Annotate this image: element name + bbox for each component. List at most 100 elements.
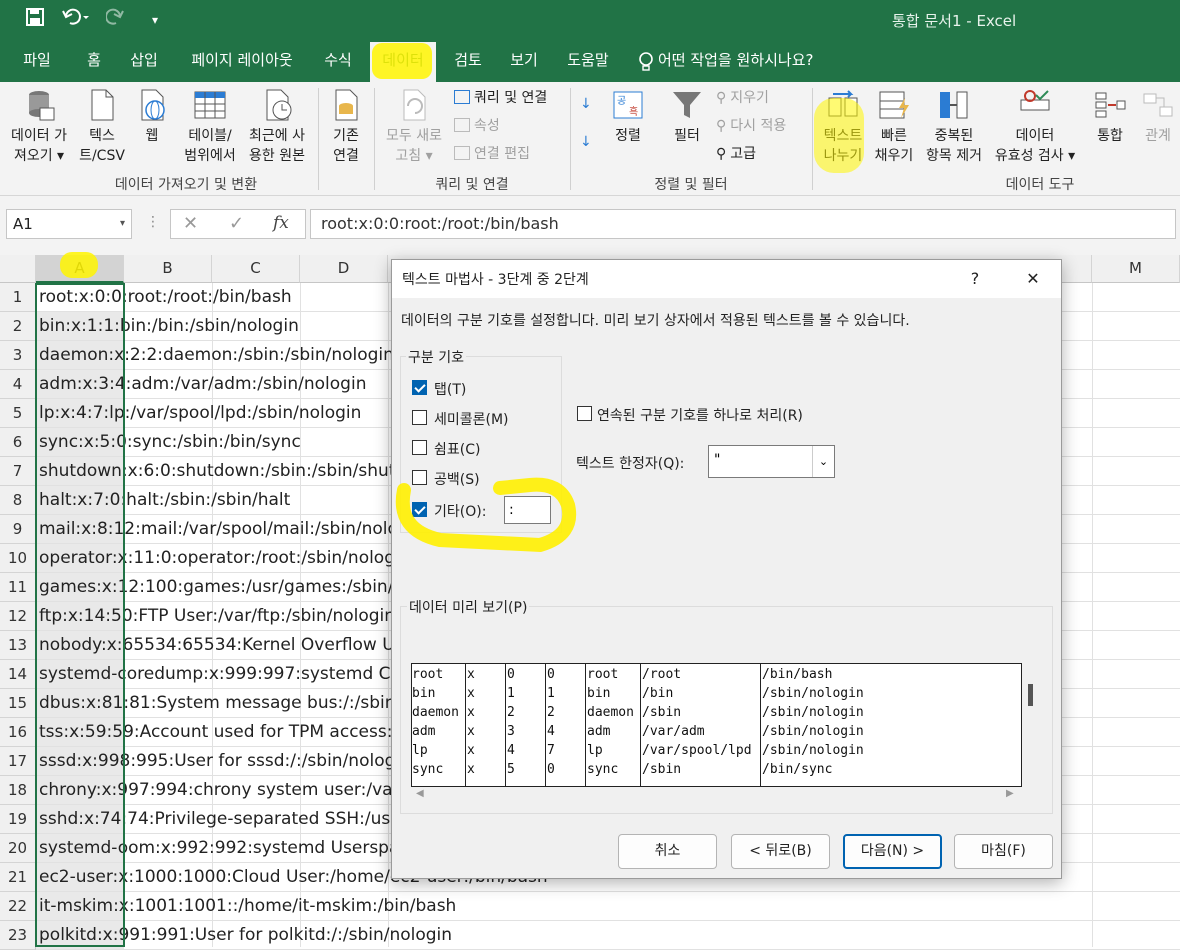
select-all-corner[interactable] [0, 255, 36, 283]
data-preview-table[interactable]: root x 0 0 root/root/bin/bash bin x 1 1 bin/bin/s… [411, 663, 1022, 787]
row-header[interactable]: 7 [0, 457, 36, 486]
cell-a[interactable]: nobody:x:65534:65534:Kernel Overflow Use [36, 631, 414, 660]
qualifier-select[interactable]: " ⌄ [708, 445, 835, 478]
scroll-right-icon[interactable]: ▶ [1006, 788, 1014, 799]
cell-a[interactable]: lp:x:4:7:lp:/var/spool/lpd:/sbin/nologin [36, 399, 361, 428]
semicolon-checkbox[interactable] [412, 410, 427, 425]
consolidate-button[interactable]: 통합 [1086, 88, 1134, 146]
row-header[interactable]: 12 [0, 602, 36, 631]
tab-data[interactable]: 데이터 [370, 42, 436, 82]
row-header[interactable]: 19 [0, 805, 36, 834]
tab-file[interactable]: 파일 [12, 42, 62, 82]
remove-duplicates-button[interactable]: 중복된 항목 제거 [920, 88, 988, 166]
cell-a[interactable]: ftp:x:14:50:FTP User:/var/ftp:/sbin/nolo… [36, 602, 395, 631]
close-icon[interactable]: ✕ [1020, 266, 1046, 292]
edit-links-button[interactable]: 연결 편집 [454, 144, 530, 164]
tab-review[interactable]: 검토 [444, 42, 492, 82]
properties-button[interactable]: 속성 [454, 116, 500, 136]
next-button[interactable]: 다음(N) > [843, 834, 942, 869]
other-checkbox[interactable] [412, 502, 427, 517]
row-header[interactable]: 4 [0, 370, 36, 399]
tab-view[interactable]: 보기 [500, 42, 548, 82]
get-data-button[interactable]: 데이터 가 져오기 ▾ [4, 88, 74, 166]
cell-a[interactable]: dbus:x:81:81:System message bus:/:/sbin/… [36, 689, 422, 718]
row-header[interactable]: 20 [0, 834, 36, 863]
row-header[interactable]: 23 [0, 921, 36, 950]
name-box[interactable]: A1 ▾ [6, 209, 132, 239]
back-button[interactable]: < 뒤로(B) [731, 834, 830, 869]
enter-icon[interactable]: ✓ [229, 213, 244, 234]
vertical-scrollbar-thumb[interactable] [1028, 684, 1033, 706]
tab-help[interactable]: 도움말 [556, 42, 620, 82]
row-header[interactable]: 3 [0, 341, 36, 370]
column-header-b[interactable]: B [124, 255, 212, 283]
cell-a[interactable]: polkitd:x:991:991:User for polkitd:/:/sb… [36, 921, 452, 950]
column-header-c[interactable]: C [212, 255, 300, 283]
scroll-left-icon[interactable]: ◀ [416, 788, 424, 799]
row-header[interactable]: 18 [0, 776, 36, 805]
queries-connections-button[interactable]: 쿼리 및 연결 [454, 88, 547, 108]
column-header-a[interactable]: A [36, 255, 124, 283]
cell-a[interactable]: systemd-coredump:x:999:997:systemd Core [36, 660, 418, 689]
insert-function-icon[interactable]: fx [273, 213, 289, 233]
cell-a[interactable]: bin:x:1:1:bin:/bin:/sbin/nologin [36, 312, 299, 341]
row-header[interactable]: 5 [0, 399, 36, 428]
row-header[interactable]: 22 [0, 892, 36, 921]
from-web-button[interactable]: 웹 [132, 88, 172, 146]
advanced-filter-button[interactable]: ⚲ 고급 [716, 144, 756, 164]
column-header-m[interactable]: M [1092, 255, 1180, 283]
finish-button[interactable]: 마침(F) [954, 834, 1053, 869]
row-header[interactable]: 15 [0, 689, 36, 718]
clear-filter-button[interactable]: ⚲ 지우기 [716, 88, 769, 108]
tab-insert[interactable]: 삽입 [122, 42, 166, 82]
recent-sources-button[interactable]: 최근에 사 용한 원본 [242, 88, 312, 166]
data-validation-button[interactable]: 데이터 유효성 검사 ▾ [988, 88, 1082, 166]
cell-a[interactable]: root:x:0:0:root:/root:/bin/bash [36, 283, 292, 312]
tab-home[interactable]: 홈 [76, 42, 112, 82]
row-header[interactable]: 21 [0, 863, 36, 892]
filter-button[interactable]: 필터 [664, 88, 710, 146]
text-to-columns-button[interactable]: 텍스트 나누기 [816, 88, 870, 166]
cell-a[interactable]: sync:x:5:0:sync:/sbin:/bin/sync [36, 428, 301, 457]
cell-a[interactable]: halt:x:7:0:halt:/sbin:/sbin/halt [36, 486, 290, 515]
row-header[interactable]: 2 [0, 312, 36, 341]
cancel-button[interactable]: 취소 [618, 834, 717, 869]
cancel-icon[interactable]: ✕ [183, 213, 198, 234]
cell-a[interactable]: mail:x:8:12:mail:/var/spool/mail:/sbin/n… [36, 515, 424, 544]
cell-a[interactable]: adm:x:3:4:adm:/var/adm:/sbin/nologin [36, 370, 366, 399]
from-text-csv-button[interactable]: 텍스 트/CSV [74, 88, 130, 166]
cell-a[interactable]: tss:x:59:59:Account used for TPM access:… [36, 718, 409, 747]
row-header[interactable]: 13 [0, 631, 36, 660]
row-header[interactable]: 10 [0, 544, 36, 573]
row-header[interactable]: 14 [0, 660, 36, 689]
customize-qat-icon[interactable]: ▾ [152, 13, 158, 27]
cell-a[interactable]: it-mskim:x:1001:1001::/home/it-mskim:/bi… [36, 892, 456, 921]
relationships-button[interactable]: 관계 [1136, 88, 1180, 146]
tab-checkbox[interactable] [412, 380, 427, 395]
sort-button[interactable]: 공흑 정렬 [604, 88, 652, 146]
cell-a[interactable]: sshd:x:74:74:Privilege-separated SSH:/us… [36, 805, 423, 834]
row-header[interactable]: 9 [0, 515, 36, 544]
undo-icon[interactable] [62, 8, 90, 31]
flash-fill-button[interactable]: 빠른 채우기 [868, 88, 920, 166]
cell-a[interactable]: shutdown:x:6:0:shutdown:/sbin:/sbin/shut… [36, 457, 417, 486]
cell-a[interactable]: ec2-user:x:1000:1000:Cloud User:/home/ec… [36, 863, 548, 892]
row-header[interactable]: 16 [0, 718, 36, 747]
comma-checkbox[interactable] [412, 440, 427, 455]
column-header-d[interactable]: D [300, 255, 388, 283]
row-header[interactable]: 8 [0, 486, 36, 515]
tell-me-search[interactable]: 어떤 작업을 원하시나요? [658, 42, 834, 82]
row-header[interactable]: 6 [0, 428, 36, 457]
redo-icon[interactable] [105, 8, 134, 31]
row-header[interactable]: 17 [0, 747, 36, 776]
refresh-all-button[interactable]: 모두 새로 고침 ▾ [378, 88, 450, 166]
cell-a[interactable]: chrony:x:997:994:chrony system user:/var… [36, 776, 426, 805]
row-header[interactable]: 1 [0, 283, 36, 312]
cell-a[interactable]: daemon:x:2:2:daemon:/sbin:/sbin/nologin [36, 341, 394, 370]
cell-a[interactable]: operator:x:11:0:operator:/root:/sbin/nol… [36, 544, 411, 573]
cell-a[interactable]: games:x:12:100:games:/usr/games:/sbin/no… [36, 573, 419, 602]
row-header[interactable]: 11 [0, 573, 36, 602]
tab-page-layout[interactable]: 페이지 레이아웃 [180, 42, 304, 82]
help-button[interactable]: ? [962, 266, 988, 292]
space-checkbox[interactable] [412, 470, 427, 485]
